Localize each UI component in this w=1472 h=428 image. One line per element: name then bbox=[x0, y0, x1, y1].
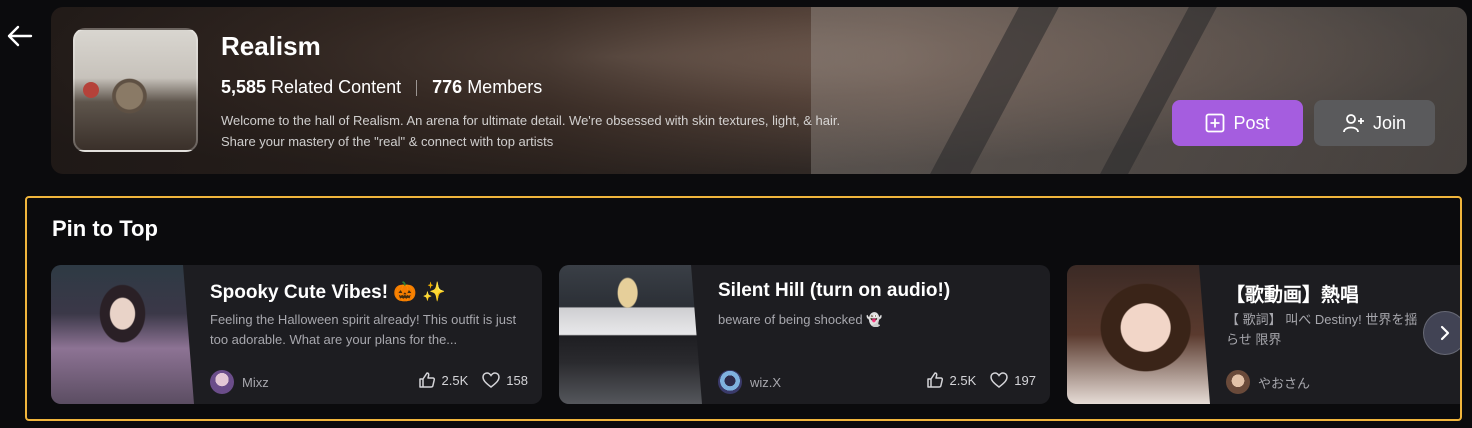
add-user-icon bbox=[1343, 114, 1364, 133]
arrow-left-icon bbox=[7, 25, 33, 47]
like-count: 2.5K bbox=[949, 372, 977, 388]
card-title: Spooky Cute Vibes! 🎃 ✨ bbox=[210, 282, 446, 303]
favorite-button[interactable]: 158 bbox=[482, 372, 528, 388]
author-name: wiz.X bbox=[750, 374, 782, 390]
card-author[interactable]: やおさん bbox=[1226, 370, 1310, 394]
community-header: Realism 5,585 Related Content 776 Member… bbox=[51, 7, 1467, 174]
card-stats: 2.5K 158 bbox=[418, 371, 528, 389]
card-description: beware of being shocked 👻 bbox=[718, 312, 883, 327]
heart-icon bbox=[482, 372, 501, 388]
card-author[interactable]: wiz.X bbox=[718, 370, 781, 394]
members-count: 776 bbox=[432, 77, 463, 97]
community-title: Realism bbox=[221, 31, 321, 61]
card-description: Feeling the Halloween spirit already! Th… bbox=[210, 312, 517, 347]
card-thumbnail bbox=[559, 265, 702, 404]
author-name: やおさん bbox=[1258, 375, 1311, 391]
avatar bbox=[210, 370, 234, 394]
post-label: Post bbox=[1233, 112, 1270, 133]
like-button[interactable]: 2.5K bbox=[418, 371, 469, 389]
fav-count: 197 bbox=[1014, 372, 1036, 388]
author-name: Mixz bbox=[242, 374, 269, 390]
join-label: Join bbox=[1372, 112, 1407, 133]
card-author[interactable]: Mixz bbox=[210, 370, 269, 394]
thumbs-up-icon bbox=[418, 372, 435, 388]
thumbs-up-icon bbox=[926, 372, 943, 388]
card-title: 【歌動画】熱唱 bbox=[1226, 285, 1360, 306]
pinned-card[interactable]: Spooky Cute Vibes! 🎃 ✨ Feeling the Hallo… bbox=[51, 265, 542, 404]
related-label: Related Content bbox=[271, 77, 402, 97]
like-button[interactable]: 2.5K bbox=[926, 371, 977, 389]
divider bbox=[416, 79, 418, 96]
like-count: 2.5K bbox=[441, 372, 469, 388]
pin-to-top-section: Pin to Top Spooky Cute Vibes! 🎃 ✨ Feelin… bbox=[25, 196, 1462, 421]
community-avatar bbox=[73, 28, 198, 152]
community-description: Welcome to the hall of Realism. An arena… bbox=[221, 113, 841, 149]
pinned-card[interactable]: 【歌動画】熱唱 【 歌詞】 叫べ Destiny! 世界を揺らせ 限界 やおさん bbox=[1067, 265, 1460, 404]
card-stats: 2.5K 197 bbox=[926, 371, 1036, 389]
community-stats: 5,585 Related Content 776 Members bbox=[221, 77, 542, 98]
card-title: Silent Hill (turn on audio!) bbox=[718, 280, 951, 301]
pinned-card[interactable]: Silent Hill (turn on audio!) beware of b… bbox=[559, 265, 1050, 404]
members-label: Members bbox=[467, 77, 543, 97]
favorite-button[interactable]: 197 bbox=[990, 372, 1036, 388]
section-title: Pin to Top bbox=[52, 216, 158, 241]
avatar bbox=[1226, 370, 1250, 394]
fav-count: 158 bbox=[506, 372, 528, 388]
next-button[interactable] bbox=[1423, 311, 1460, 355]
plus-square-icon bbox=[1206, 113, 1225, 133]
related-count: 5,585 bbox=[221, 77, 267, 97]
chevron-right-icon bbox=[1440, 325, 1450, 341]
back-button[interactable] bbox=[0, 10, 40, 62]
avatar bbox=[718, 370, 742, 394]
card-thumbnail bbox=[1067, 265, 1210, 404]
join-button[interactable]: Join bbox=[1314, 100, 1435, 146]
post-button[interactable]: Post bbox=[1172, 100, 1303, 146]
card-description: 【 歌詞】 叫べ Destiny! 世界を揺らせ 限界 bbox=[1226, 312, 1418, 347]
heart-icon bbox=[990, 372, 1009, 388]
card-thumbnail bbox=[51, 265, 194, 404]
